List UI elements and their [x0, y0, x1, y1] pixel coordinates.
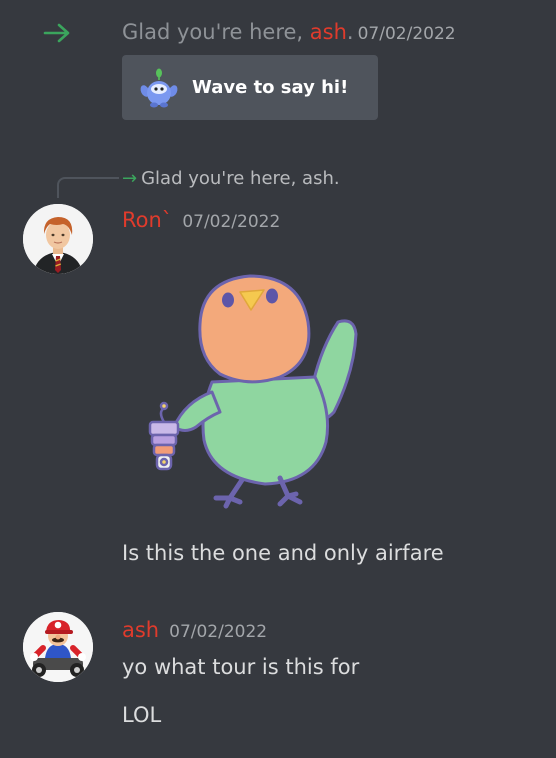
author-ron[interactable]: Ron`	[122, 208, 172, 232]
ron-avatar-image	[23, 204, 93, 274]
author-ash[interactable]: ash	[122, 618, 159, 642]
wave-button[interactable]: Wave to say hi!	[122, 55, 378, 120]
avatar-ron[interactable]	[23, 204, 93, 274]
chat-area: Glad you're here, ash. 07/02/2022 Wave to…	[0, 0, 556, 758]
reply-reference-text: Glad you're here, ash.	[141, 168, 340, 189]
message-text-ash-line-2: LOL	[122, 703, 162, 727]
reply-arrow-icon: →	[122, 168, 138, 189]
reply-spine	[57, 177, 119, 198]
ash-avatar-image	[23, 612, 93, 682]
join-timestamp: 07/02/2022	[357, 24, 456, 44]
message-header-ron: Ron` 07/02/2022	[122, 205, 280, 237]
avatar-ash[interactable]	[23, 612, 93, 682]
reply-reference[interactable]: → Glad you're here, ash.	[122, 165, 340, 193]
message-header-ash: ash 07/02/2022	[122, 615, 267, 647]
join-username[interactable]: ash	[310, 20, 347, 44]
wumpus-icon	[140, 68, 178, 107]
parrot-sticker[interactable]	[130, 262, 370, 512]
timestamp-ron: 07/02/2022	[182, 212, 281, 232]
join-text-suffix: .	[346, 20, 354, 44]
message-text-ash-line-1: yo what tour is this for	[122, 655, 360, 679]
join-arrow-icon	[43, 23, 70, 43]
wave-button-label: Wave to say hi!	[192, 77, 349, 98]
join-text-prefix: Glad you're here,	[122, 20, 310, 44]
timestamp-ash: 07/02/2022	[169, 622, 268, 642]
join-message: Glad you're here, ash. 07/02/2022	[122, 16, 456, 50]
message-text-ron: Is this the one and only airfare	[122, 541, 444, 565]
